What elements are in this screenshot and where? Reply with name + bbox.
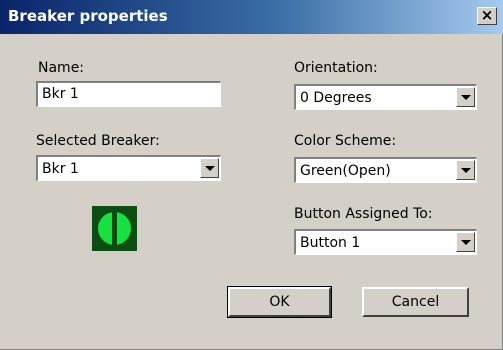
close-button[interactable]: ×	[477, 7, 497, 25]
orientation-label: Orientation:	[294, 60, 378, 76]
button-assigned-value: Button 1	[300, 235, 361, 251]
name-input[interactable]: Bkr 1	[36, 81, 221, 107]
name-label: Name:	[38, 60, 85, 76]
title-bar[interactable]: Breaker properties ×	[0, 0, 503, 34]
breaker-open-icon	[92, 206, 137, 251]
chevron-down-icon[interactable]	[456, 232, 475, 252]
chevron-down-icon[interactable]	[200, 158, 219, 178]
color-scheme-label: Color Scheme:	[294, 133, 397, 149]
cancel-button[interactable]: Cancel	[362, 287, 469, 317]
color-scheme-value: Green(Open)	[300, 163, 391, 179]
color-scheme-select[interactable]: Green(Open)	[294, 157, 477, 183]
selected-breaker-value: Bkr 1	[42, 161, 79, 177]
orientation-select[interactable]: 0 Degrees	[294, 84, 477, 110]
selected-breaker-select[interactable]: Bkr 1	[36, 155, 221, 181]
window-title: Breaker properties	[8, 7, 168, 25]
chevron-down-icon[interactable]	[456, 87, 475, 107]
breaker-properties-dialog: Breaker properties × Name: Bkr 1 Selecte…	[0, 0, 503, 350]
breaker-bar	[112, 210, 117, 247]
orientation-value: 0 Degrees	[300, 90, 372, 106]
selected-breaker-label: Selected Breaker:	[36, 133, 160, 149]
ok-button[interactable]: OK	[227, 286, 332, 318]
button-assigned-label: Button Assigned To:	[294, 206, 433, 222]
button-assigned-select[interactable]: Button 1	[294, 229, 477, 255]
close-icon: ×	[480, 6, 494, 24]
chevron-down-icon[interactable]	[456, 160, 475, 180]
